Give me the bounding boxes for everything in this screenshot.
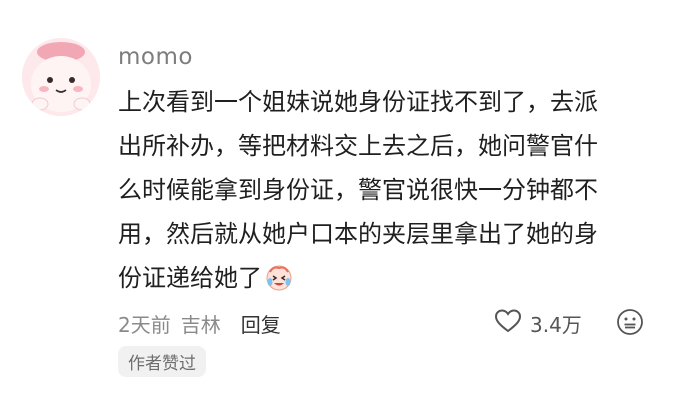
heart-outline-icon bbox=[494, 308, 522, 338]
like-count: 3.4万 bbox=[530, 312, 582, 337]
comment-time: 2天前 bbox=[118, 312, 171, 337]
crying-laughing-emoji-icon bbox=[264, 262, 294, 292]
username[interactable]: momo bbox=[118, 44, 193, 70]
comment-line: 出所补办，等把材料交上去之后，她问警官什 bbox=[118, 132, 598, 160]
comment-location: 吉林 bbox=[180, 312, 221, 337]
avatar[interactable] bbox=[22, 38, 100, 116]
comment-line-last: 份证递给她了 bbox=[118, 256, 638, 300]
comment-text: 上次看到一个姐妹说她身份证找不到了，去派 出所补办，等把材料交上去之后，她问警官… bbox=[118, 80, 638, 300]
like-button[interactable]: 3.4万 bbox=[494, 308, 582, 338]
comment-meta-row: 2天前 吉林 回复 3.4万 bbox=[118, 306, 650, 340]
comment-line: 用，然后就从她户口本的夹层里拿出了她的身 bbox=[118, 220, 598, 248]
comment-line: 么时候能拿到身份证，警官说很快一分钟都不 bbox=[118, 176, 598, 204]
comment-line-text: 份证递给她了 bbox=[118, 264, 262, 292]
comment-line: 上次看到一个姐妹说她身份证找不到了，去派 bbox=[118, 88, 598, 116]
smiley-face-icon[interactable] bbox=[616, 308, 644, 340]
author-liked-badge: 作者赞过 bbox=[118, 346, 206, 377]
reply-button[interactable]: 回复 bbox=[241, 309, 281, 338]
